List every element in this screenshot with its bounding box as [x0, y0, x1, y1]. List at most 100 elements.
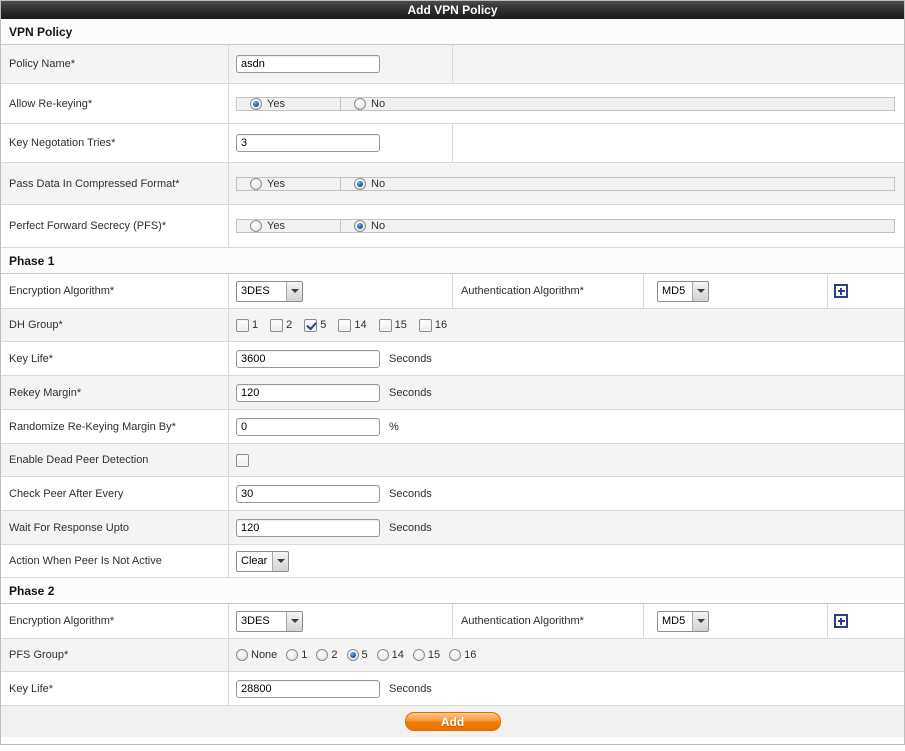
radio-label: 5 [362, 649, 368, 661]
checkbox-label: 14 [354, 319, 366, 331]
check-peer-label-cell: Check Peer After Every [1, 477, 229, 510]
dead-peer-detection-value-cell [229, 444, 904, 476]
phase2-encryption-select[interactable]: 3DES [236, 611, 303, 632]
pfs-group-option-15[interactable]: 15 [413, 649, 440, 661]
key-negotiation-tries-label-cell: Key Negotation Tries* [1, 124, 229, 162]
check-peer-value-cell: Seconds [229, 477, 904, 510]
phase1-authentication-select[interactable]: MD5 [657, 281, 709, 302]
section-header-phase1: Phase 1 [1, 248, 904, 274]
checkbox-icon [379, 319, 392, 332]
key-life-label: Key Life* [9, 683, 53, 695]
radio-button-icon [250, 220, 262, 232]
pfs-group-option-2[interactable]: 2 [316, 649, 337, 661]
pfs-group-value-cell: None 1 2 5 14 15 [229, 639, 904, 671]
phase1-encryption-value-cell: 3DES [229, 274, 453, 308]
dh-group-option-16[interactable]: 16 [419, 319, 447, 332]
section-title: Phase 2 [9, 584, 54, 598]
radio-label: 1 [301, 649, 307, 661]
wait-response-label-cell: Wait For Response Upto [1, 511, 229, 544]
peer-action-label: Action When Peer Is Not Active [9, 555, 162, 567]
check-peer-input[interactable] [236, 485, 380, 503]
dh-group-option-2[interactable]: 2 [270, 319, 292, 332]
seconds-label: Seconds [389, 353, 432, 365]
chevron-down-icon [286, 612, 302, 631]
radio-button-icon [449, 649, 461, 661]
row-pass-data-compressed: Pass Data In Compressed Format* Yes No [1, 163, 904, 205]
phase1-authentication-label-cell: Authentication Algorithm* [453, 274, 644, 308]
dh-group-option-14[interactable]: 14 [338, 319, 366, 332]
allow-rekeying-yes-option[interactable]: Yes [237, 98, 341, 110]
phase1-encryption-select[interactable]: 3DES [236, 281, 303, 302]
section-header-phase2: Phase 2 [1, 578, 904, 604]
row-filler [453, 124, 904, 162]
radio-button-icon [236, 649, 248, 661]
randomize-margin-input[interactable] [236, 418, 380, 436]
row-peer-action: Action When Peer Is Not Active Clear [1, 545, 904, 578]
pfs-group-option-16[interactable]: 16 [449, 649, 476, 661]
pfs-group-option-5[interactable]: 5 [347, 649, 368, 661]
pfs-group-label-cell: PFS Group* [1, 639, 229, 671]
phase2-key-life-input[interactable] [236, 680, 380, 698]
peer-action-label-cell: Action When Peer Is Not Active [1, 545, 229, 577]
phase1-encryption-label-cell: Encryption Algorithm* [1, 274, 229, 308]
row-perfect-forward-secrecy: Perfect Forward Secrecy (PFS)* Yes No [1, 205, 904, 248]
rekey-margin-input[interactable] [236, 384, 380, 402]
wait-response-value-cell: Seconds [229, 511, 904, 544]
dh-group-option-15[interactable]: 15 [379, 319, 407, 332]
page-title: Add VPN Policy [407, 3, 497, 17]
peer-action-select[interactable]: Clear [236, 551, 289, 572]
chevron-down-icon [272, 552, 288, 571]
allow-rekeying-no-option[interactable]: No [341, 98, 894, 110]
authentication-algorithm-label: Authentication Algorithm* [461, 285, 584, 297]
pass-data-yes-option[interactable]: Yes [237, 178, 341, 190]
pass-data-compressed-value-cell: Yes No [229, 163, 904, 204]
checkbox-label: 15 [395, 319, 407, 331]
pfs-group-option-none[interactable]: None [236, 649, 277, 661]
wait-response-label: Wait For Response Upto [9, 522, 129, 534]
radio-label: No [371, 178, 385, 190]
pfs-no-option[interactable]: No [341, 220, 894, 232]
add-algorithm-plus-icon[interactable] [834, 614, 848, 628]
radio-label: Yes [267, 220, 285, 232]
wait-response-input[interactable] [236, 519, 380, 537]
policy-name-input[interactable] [236, 55, 380, 73]
phase1-key-life-input[interactable] [236, 350, 380, 368]
checkbox-icon [419, 319, 432, 332]
checkbox-label: 5 [320, 319, 326, 331]
row-key-negotiation-tries: Key Negotation Tries* [1, 124, 904, 163]
chevron-down-icon [692, 612, 708, 631]
pfs-group-option-14[interactable]: 14 [377, 649, 404, 661]
seconds-label: Seconds [389, 522, 432, 534]
add-algorithm-plus-icon[interactable] [834, 284, 848, 298]
dead-peer-detection-checkbox[interactable] [236, 454, 249, 467]
key-negotiation-tries-label: Key Negotation Tries* [9, 137, 115, 149]
phase2-encryption-label-cell: Encryption Algorithm* [1, 604, 229, 638]
row-policy-name: Policy Name* [1, 45, 904, 84]
percent-label: % [389, 421, 399, 433]
row-pfs-group: PFS Group* None 1 2 5 14 [1, 639, 904, 672]
radio-button-icon [354, 220, 366, 232]
add-button[interactable]: Add [405, 712, 501, 731]
key-negotiation-tries-input[interactable] [236, 134, 380, 152]
row-allow-rekeying: Allow Re-keying* Yes No [1, 84, 904, 124]
rekey-margin-value-cell: Seconds [229, 376, 904, 409]
dh-group-option-5[interactable]: 5 [304, 319, 326, 332]
pass-data-no-option[interactable]: No [341, 178, 894, 190]
radio-label: Yes [267, 98, 285, 110]
section-title: VPN Policy [9, 25, 72, 39]
peer-action-value-cell: Clear [229, 545, 904, 577]
radio-button-icon [316, 649, 328, 661]
pfs-yes-option[interactable]: Yes [237, 220, 341, 232]
add-button-label: Add [441, 715, 464, 729]
phase2-authentication-select[interactable]: MD5 [657, 611, 709, 632]
dh-group-option-1[interactable]: 1 [236, 319, 258, 332]
pfs-group-option-1[interactable]: 1 [286, 649, 307, 661]
radio-label: None [251, 649, 277, 661]
pfs-label-cell: Perfect Forward Secrecy (PFS)* [1, 205, 229, 247]
dh-group-label: DH Group* [9, 319, 63, 331]
seconds-label: Seconds [389, 488, 432, 500]
radio-button-icon [250, 178, 262, 190]
allow-rekeying-value-cell: Yes No [229, 84, 904, 123]
dead-peer-detection-label-cell: Enable Dead Peer Detection [1, 444, 229, 476]
radio-button-icon [286, 649, 298, 661]
